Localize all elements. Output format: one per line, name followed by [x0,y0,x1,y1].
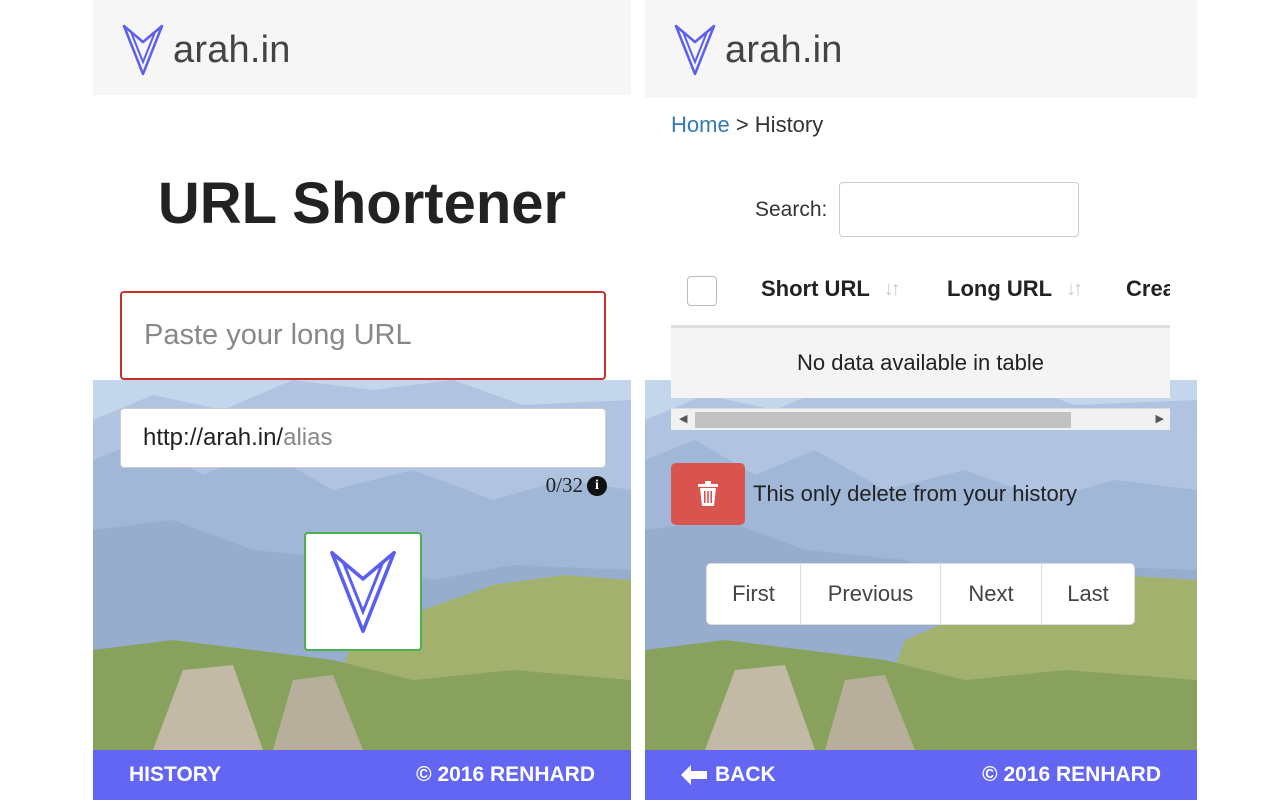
delete-row: This only delete from your history [671,463,1077,525]
breadcrumb-current: History [754,112,824,137]
page-previous-button[interactable]: Previous [801,564,941,624]
copyright: © 2016 RENHARD [416,763,595,786]
scroll-left-icon[interactable]: ◀ [679,412,687,425]
sort-icon: ↓↑ [1066,277,1083,300]
search-input[interactable] [839,182,1080,237]
delete-button[interactable] [671,463,745,525]
info-icon[interactable]: i [587,475,607,496]
logo[interactable]: arah.in [673,22,843,78]
back-label: BACK [715,763,776,786]
column-long-url[interactable]: Long URL ↓↑ [947,276,1083,302]
long-url-input[interactable] [120,291,606,380]
column-label: Long URL [947,276,1053,301]
arrow-left-icon [681,765,707,785]
back-link[interactable]: BACK [681,763,776,787]
history-screen: arah.in Home > History Search: Short URL… [645,0,1197,800]
page-first-button[interactable]: First [707,564,801,624]
header: arah.in [645,0,1197,98]
footer: BACK © 2016 RENHARD [645,750,1197,800]
scroll-thumb[interactable] [695,412,1071,428]
shortener-screen: arah.in URL Shortener http://arah.in/ al… [93,0,631,800]
page-title: URL Shortener [157,171,567,236]
logo-icon [330,550,396,633]
column-created[interactable]: Crea [1126,276,1170,302]
alias-char-counter: 0/32 i [546,473,607,498]
horizontal-scrollbar[interactable]: ◀ ▶ [671,408,1170,430]
logo-icon [674,24,716,76]
breadcrumb-home-link[interactable]: Home [671,112,730,137]
table-header: Short URL ↓↑ Long URL ↓↑ Crea [671,262,1170,328]
footer: HISTORY © 2016 RENHARD [93,750,631,800]
alias-placeholder: alias [283,424,333,451]
empty-table-row: No data available in table [671,328,1170,398]
brand-name: arah.in [173,28,291,71]
history-link[interactable]: HISTORY [129,763,221,787]
scroll-right-icon[interactable]: ▶ [1156,412,1164,425]
history-table: Short URL ↓↑ Long URL ↓↑ Crea No data av… [671,262,1170,430]
page-next-button[interactable]: Next [941,564,1042,624]
sort-icon: ↓↑ [883,277,901,300]
page-last-button[interactable]: Last [1042,564,1134,624]
column-short-url[interactable]: Short URL ↓↑ [761,276,901,302]
alias-input[interactable]: http://arah.in/ alias [120,408,606,468]
trash-icon [698,481,718,506]
header: arah.in [93,0,631,95]
brand-name: arah.in [725,28,843,71]
logo-icon [122,24,164,76]
counter-text: 0/32 [545,473,583,497]
breadcrumb: Home > History [671,112,823,138]
empty-message: No data available in table [796,350,1045,375]
alias-prefix: http://arah.in/ [143,424,284,451]
column-label: Crea [1126,276,1170,301]
select-all-checkbox[interactable] [687,276,717,306]
column-label: Short URL [761,276,870,301]
copyright: © 2016 RENHARD [982,763,1161,786]
breadcrumb-separator: > [735,112,749,137]
search-row: Search: [755,182,1080,237]
pagination: First Previous Next Last [706,563,1135,625]
search-label: Search: [755,197,828,221]
delete-note: This only delete from your history [753,481,1078,506]
shorten-submit-button[interactable] [304,532,422,651]
logo[interactable]: arah.in [121,22,291,78]
